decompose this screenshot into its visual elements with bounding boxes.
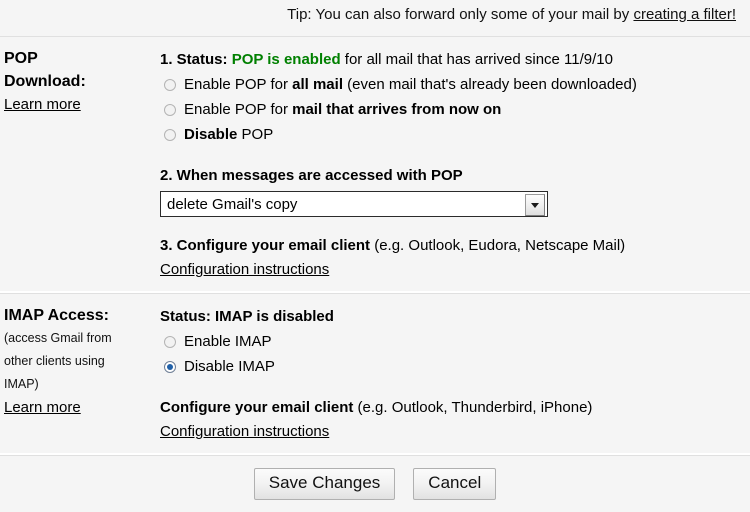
pop-status-line: 1. Status: POP is enabled for all mail t…: [160, 47, 746, 72]
pop-opt2-bold: Disable: [184, 126, 238, 143]
imap-option-disable[interactable]: Disable IMAP: [160, 354, 746, 379]
imap-sub-line2: other clients using: [4, 354, 105, 368]
radio-imap-enable[interactable]: [164, 335, 176, 348]
radio-pop-from-now-on[interactable]: [164, 103, 176, 116]
imap-option-enable-label: Enable IMAP: [184, 333, 272, 350]
pop-option-disable-label: Disable POP: [184, 122, 273, 147]
imap-configure-heading: Configure your email client (e.g. Outloo…: [160, 395, 746, 420]
imap-option-enable[interactable]: Enable IMAP: [160, 329, 746, 354]
pop-option-from-now-on[interactable]: Enable POP for mail that arrives from no…: [160, 97, 746, 122]
pop-access-action-value: delete Gmail's copy: [167, 195, 298, 213]
radio-imap-disable[interactable]: [164, 360, 176, 373]
imap-option-disable-label: Disable IMAP: [184, 358, 275, 375]
radio-pop-all-mail[interactable]: [164, 78, 176, 91]
pop-download-section: POP Download: Learn more 1. Status: POP …: [0, 37, 750, 291]
pop-access-action-select[interactable]: delete Gmail's copy: [160, 191, 548, 217]
imap-sub-line1: (access Gmail from: [4, 331, 112, 345]
save-changes-button[interactable]: Save Changes: [253, 468, 396, 500]
imap-configure-bold: Configure your email client: [160, 399, 354, 416]
cancel-button[interactable]: Cancel: [413, 468, 497, 500]
pop-option-all-mail-label: Enable POP for all mail (even mail that'…: [184, 72, 637, 97]
pop-step3-heading: 3. Configure your email client (e.g. Out…: [160, 233, 746, 258]
pop-status-suffix: for all mail that has arrived since 11/9…: [340, 51, 613, 68]
pop-step3-bold: 3. Configure your email client: [160, 237, 371, 254]
pop-configuration-instructions-link[interactable]: Configuration instructions: [160, 258, 329, 281]
pop-option-from-now-on-label: Enable POP for mail that arrives from no…: [184, 97, 501, 122]
imap-configuration-instructions-link[interactable]: Configuration instructions: [160, 420, 329, 443]
imap-status-line: Status: IMAP is disabled: [160, 308, 334, 325]
imap-configure-rest: (e.g. Outlook, Thunderbird, iPhone): [353, 399, 593, 416]
tip-text-before: Tip: You can also forward only some of y…: [287, 6, 634, 23]
pop-step3-rest: (e.g. Outlook, Eudora, Netscape Mail): [370, 237, 626, 254]
tip-row: Tip: You can also forward only some of y…: [0, 0, 750, 36]
pop-opt0-after: (even mail that's already been downloade…: [342, 76, 637, 93]
creating-a-filter-link[interactable]: creating a filter!: [633, 6, 736, 23]
imap-label-column: IMAP Access: (access Gmail from other cl…: [0, 294, 160, 429]
pop-learn-more-link[interactable]: Learn more: [4, 93, 81, 116]
pop-option-disable[interactable]: Disable POP: [160, 122, 746, 147]
tip-text: Tip: You can also forward only some of y…: [287, 6, 736, 23]
settings-page: Tip: You can also forward only some of y…: [0, 0, 750, 512]
imap-sub-line3: IMAP): [4, 377, 39, 391]
pop-option-all-mail[interactable]: Enable POP for all mail (even mail that'…: [160, 72, 746, 97]
pop-label-line1: POP: [4, 50, 38, 67]
radio-pop-disable[interactable]: [164, 128, 176, 141]
pop-opt1-bold: mail that arrives from now on: [292, 101, 502, 118]
pop-status-prefix: 1. Status:: [160, 51, 232, 68]
pop-step2-heading: 2. When messages are accessed with POP: [160, 167, 463, 184]
pop-status-highlight: POP is enabled: [231, 51, 341, 68]
pop-opt0-before: Enable POP for: [184, 76, 293, 93]
pop-opt2-after: POP: [237, 126, 274, 143]
pop-opt1-before: Enable POP for: [184, 101, 293, 118]
pop-label-column: POP Download: Learn more: [0, 37, 160, 126]
imap-access-section: IMAP Access: (access Gmail from other cl…: [0, 294, 750, 453]
imap-learn-more-link[interactable]: Learn more: [4, 396, 81, 419]
pop-content-column: 1. Status: POP is enabled for all mail t…: [160, 37, 750, 291]
footer-button-row: Save Changes Cancel: [0, 456, 750, 500]
imap-content-column: Status: IMAP is disabled Enable IMAP Dis…: [160, 294, 750, 453]
pop-label-line2: Download:: [4, 73, 86, 90]
pop-opt0-bold: all mail: [292, 76, 343, 93]
chevron-down-icon[interactable]: [525, 194, 545, 216]
imap-label: IMAP Access:: [4, 307, 109, 324]
